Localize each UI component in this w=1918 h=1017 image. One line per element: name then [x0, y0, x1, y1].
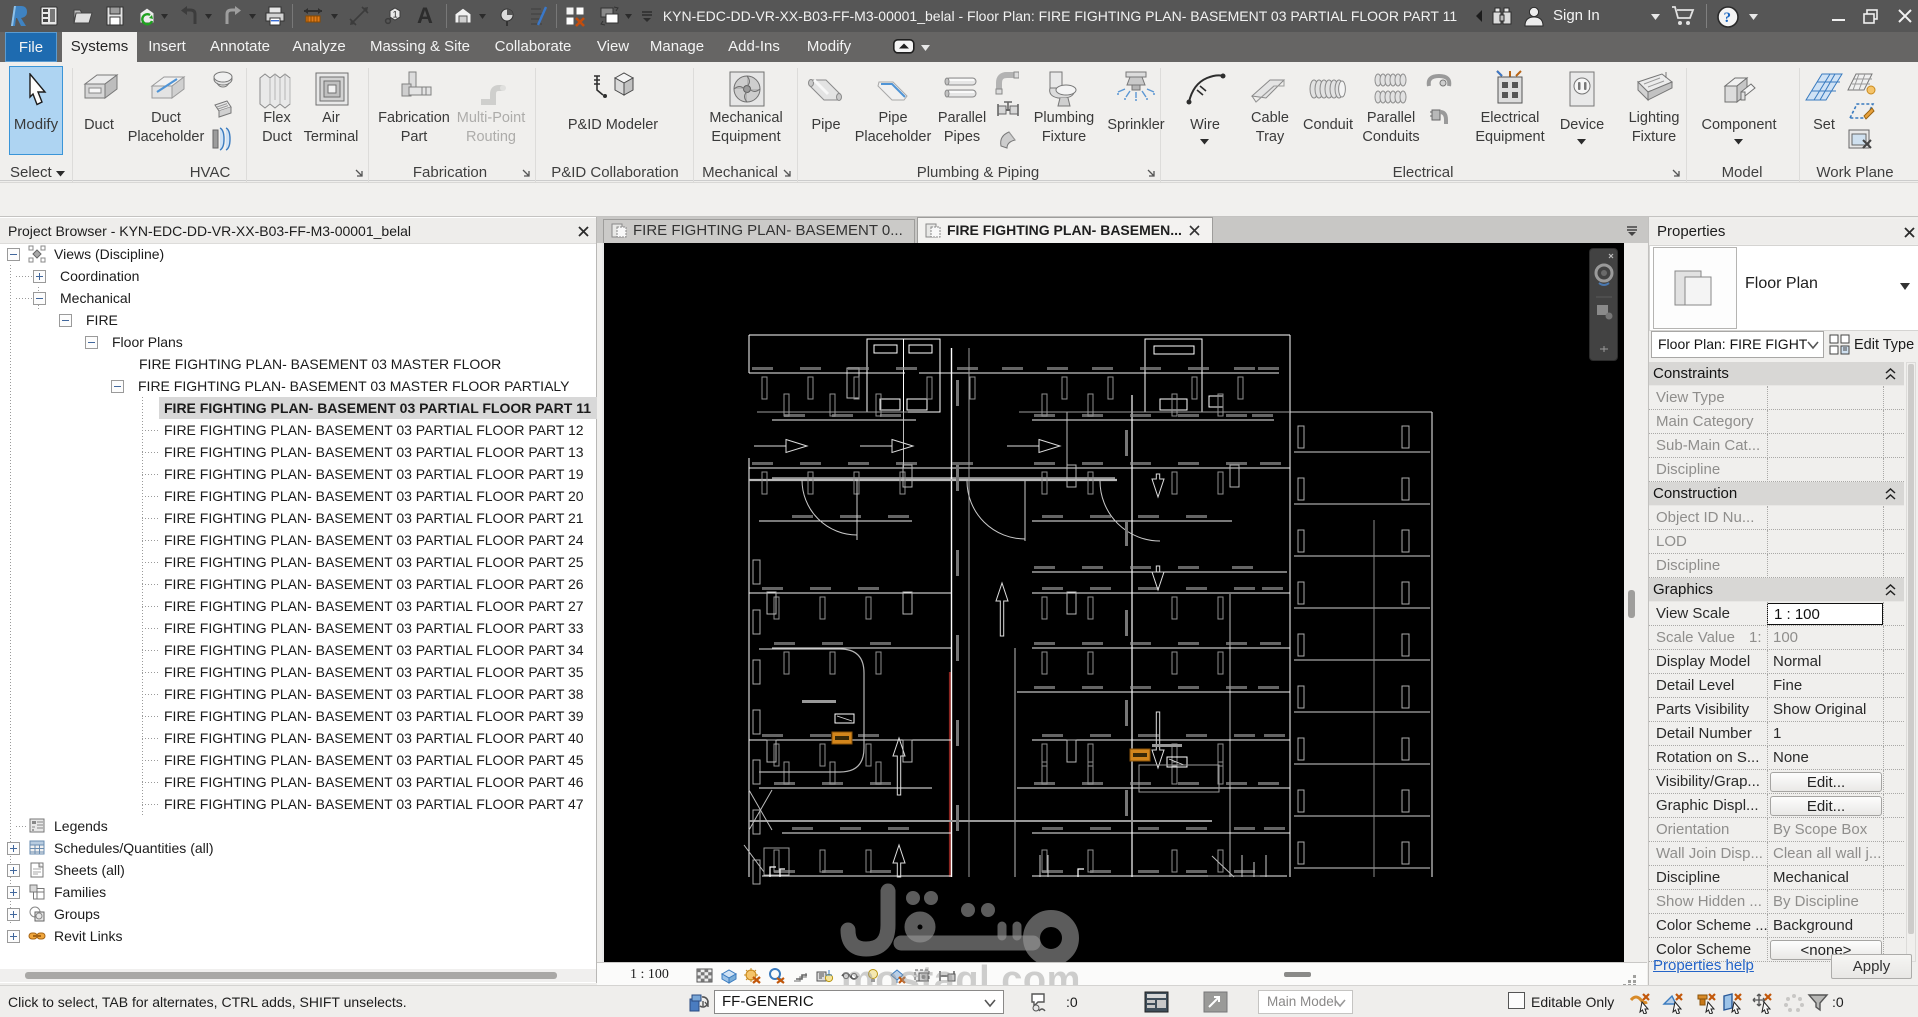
svg-text:1: 1: [393, 10, 398, 20]
svg-text:?: ?: [1724, 10, 1732, 26]
